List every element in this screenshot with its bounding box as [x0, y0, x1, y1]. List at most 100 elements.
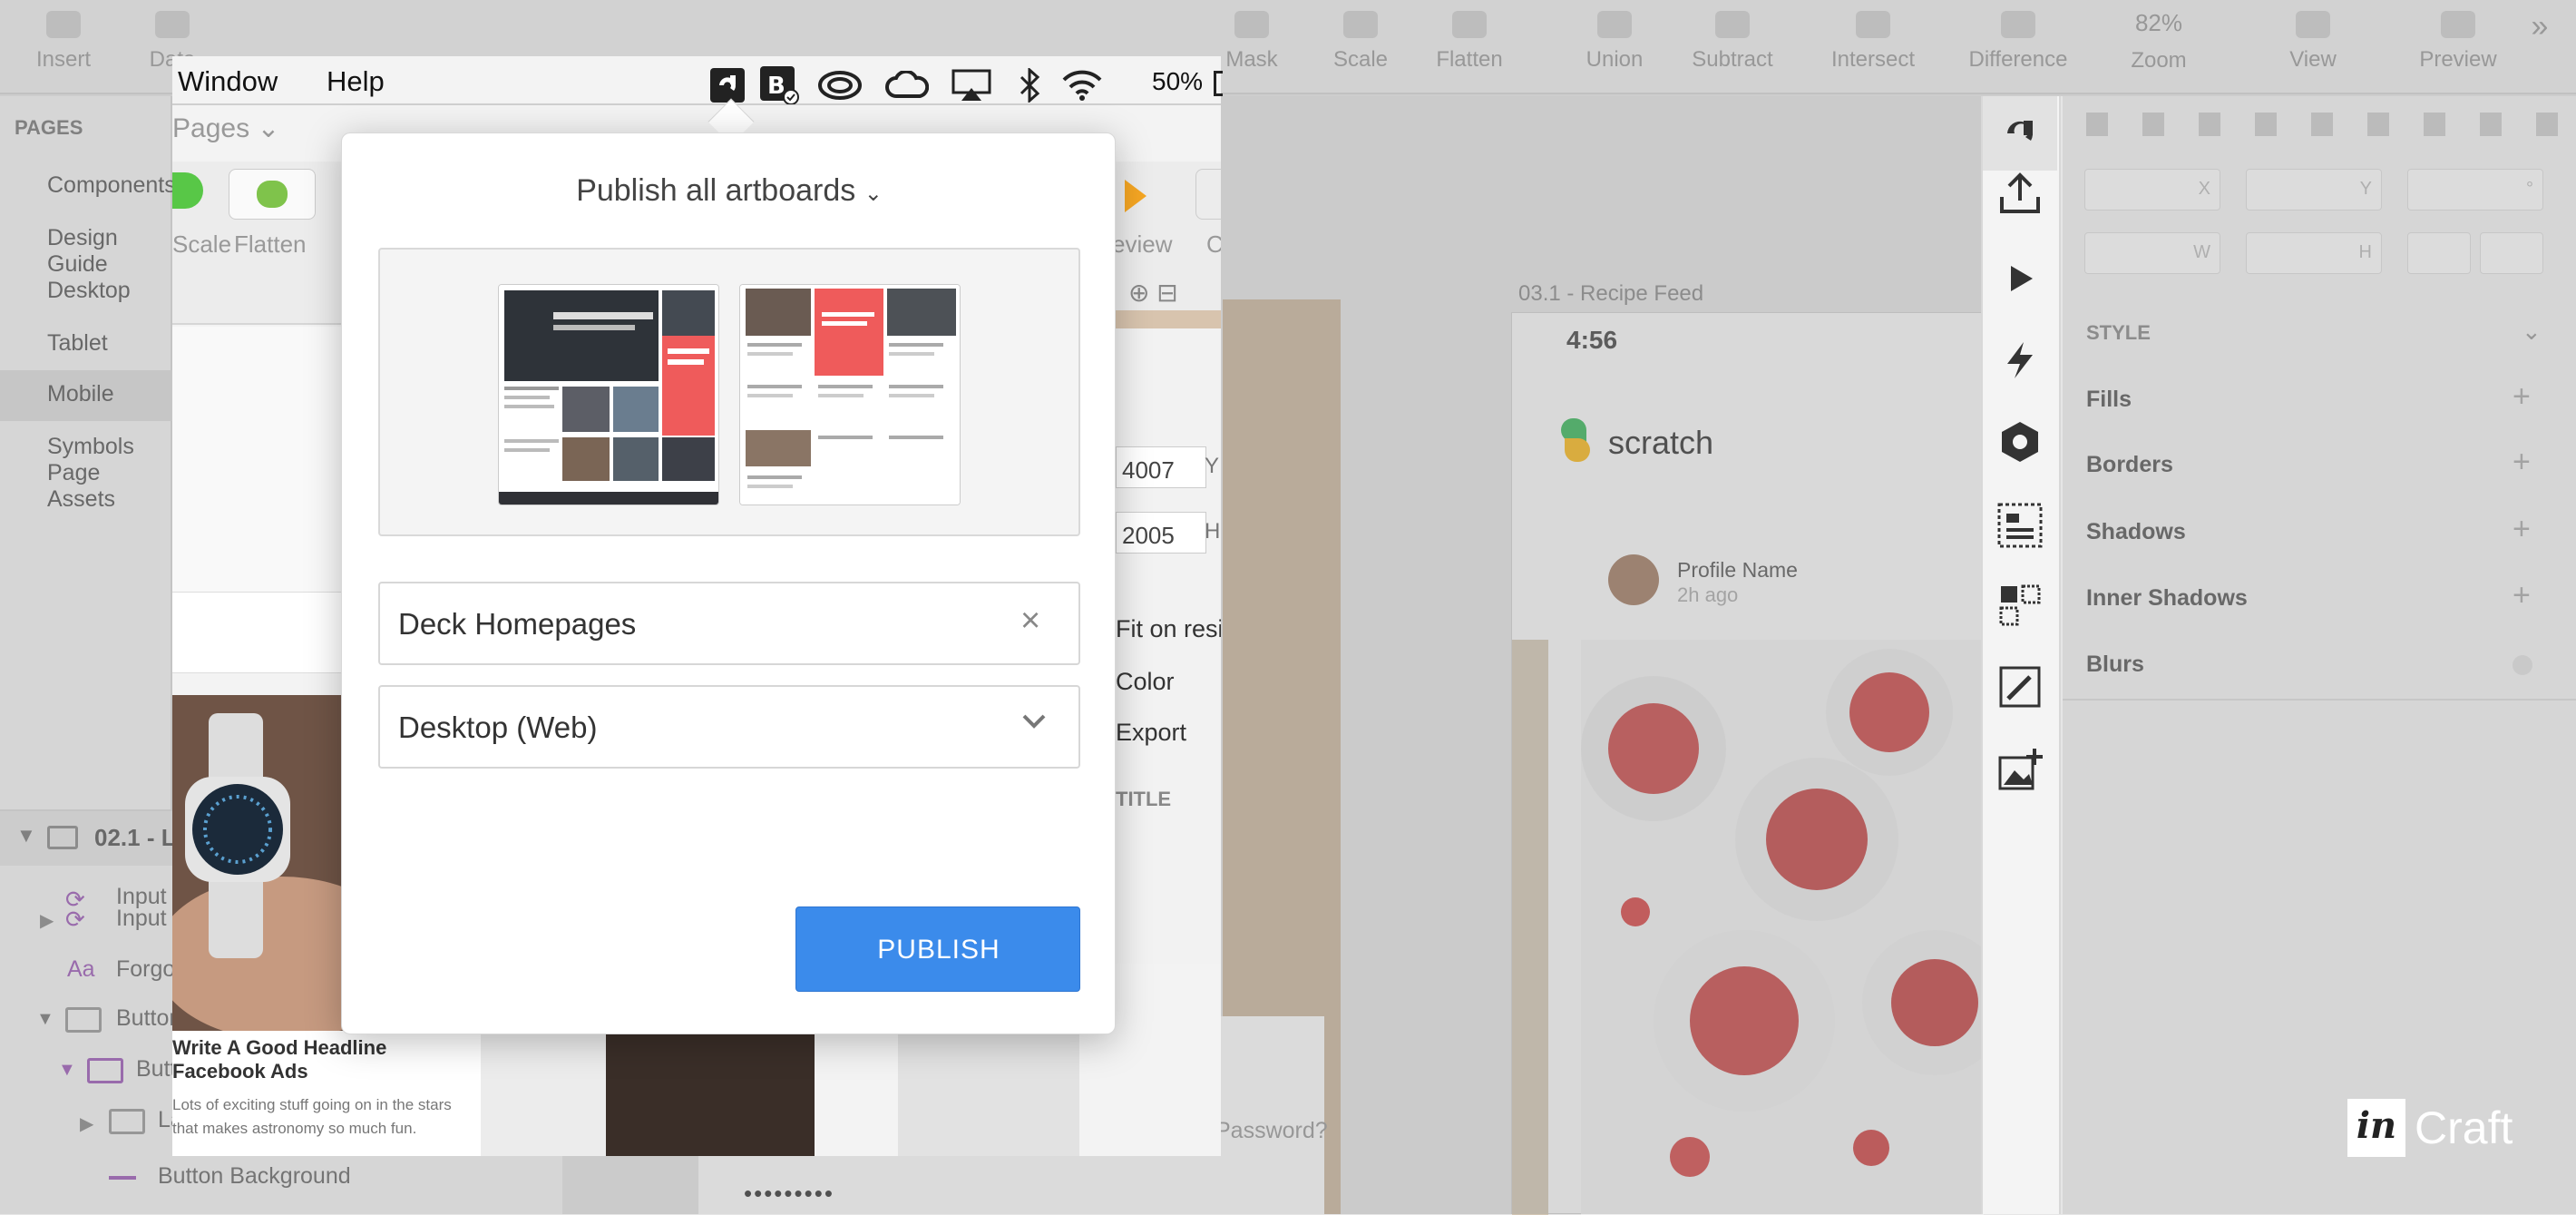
- toolbar-subtract[interactable]: Subtract: [1669, 0, 1796, 73]
- flatten-button[interactable]: [229, 169, 316, 220]
- hexagon-icon[interactable]: [1983, 405, 2057, 479]
- align-right-icon[interactable]: [2199, 113, 2220, 136]
- inner-shadows-section[interactable]: Inner Shadows: [2086, 585, 2248, 612]
- airplay-icon[interactable]: [951, 67, 992, 103]
- avatar[interactable]: [1608, 554, 1659, 605]
- x-field[interactable]: 4007: [1116, 446, 1206, 488]
- creative-cloud-icon[interactable]: [818, 67, 862, 103]
- chevron-down-icon[interactable]: ▼: [58, 1060, 76, 1081]
- add-border-icon[interactable]: +: [2513, 445, 2531, 480]
- page-item[interactable]: Design Guide: [47, 225, 171, 278]
- brand-name: scratch: [1608, 424, 1714, 461]
- y-input[interactable]: Y: [2246, 169, 2382, 211]
- artboard-label[interactable]: 03.1 - Recipe Feed: [1518, 281, 1703, 307]
- layer-name[interactable]: Button Background: [158, 1163, 351, 1190]
- profile-name[interactable]: Profile Name: [1677, 558, 1798, 583]
- add-shadow-icon[interactable]: +: [2513, 512, 2531, 547]
- close-icon[interactable]: ×: [1020, 602, 1040, 641]
- add-inner-shadow-icon[interactable]: +: [2513, 578, 2531, 613]
- bluetooth-icon[interactable]: [1016, 67, 1043, 103]
- menu-window[interactable]: Window: [178, 65, 278, 98]
- wifi-icon[interactable]: [1059, 67, 1105, 103]
- style-header[interactable]: STYLE: [2086, 321, 2151, 345]
- page-item[interactable]: Components: [47, 172, 176, 199]
- align-bottom-icon[interactable]: [2367, 113, 2389, 136]
- h-input[interactable]: H: [2246, 232, 2382, 274]
- device-type-select[interactable]: Desktop (Web): [378, 685, 1080, 769]
- page-item[interactable]: Assets: [47, 486, 115, 513]
- rotation-input[interactable]: °: [2407, 169, 2543, 211]
- option-fit[interactable]: Fit on resize: [1116, 615, 1221, 643]
- shadows-section[interactable]: Shadows: [2086, 519, 2186, 545]
- align-top-icon[interactable]: [2255, 113, 2277, 136]
- fills-section[interactable]: Fills: [2086, 387, 2132, 413]
- blurs-section[interactable]: Blurs: [2086, 652, 2144, 678]
- blur-toggle[interactable]: [2513, 655, 2532, 675]
- layer-name[interactable]: Input: [116, 906, 167, 932]
- page-item[interactable]: Mobile: [47, 381, 114, 407]
- list-icon[interactable]: [1983, 488, 2057, 563]
- svg-text:B: B: [767, 73, 785, 100]
- flatten-label: Flatten: [234, 230, 307, 258]
- battery-icon[interactable]: [1214, 71, 1223, 96]
- recipe-artboard: 4:56 scratch Profile Name 2h ago: [1511, 312, 1984, 1215]
- chevron-down-icon[interactable]: ⌄: [2522, 318, 2542, 346]
- toolbar-scale[interactable]: Scale: [1315, 0, 1406, 73]
- lightning-icon[interactable]: [1983, 323, 2057, 397]
- chevron-right-icon[interactable]: »: [2522, 9, 2558, 44]
- project-name-input[interactable]: Deck Homepages ×: [378, 582, 1080, 665]
- cloud-icon[interactable]: [885, 67, 929, 103]
- toolbar-union[interactable]: Union: [1569, 0, 1660, 73]
- borders-section[interactable]: Borders: [2086, 452, 2173, 478]
- device-type-value: Desktop (Web): [398, 710, 598, 744]
- toolbar-insert[interactable]: Insert: [18, 0, 109, 73]
- align-left-icon[interactable]: [2086, 113, 2108, 136]
- page-item[interactable]: Desktop: [47, 278, 131, 304]
- x-input[interactable]: X: [2084, 169, 2220, 211]
- cloud-button[interactable]: [1195, 169, 1221, 220]
- y-field-label: H: [1205, 519, 1221, 544]
- add-image-icon[interactable]: [1983, 733, 2057, 808]
- chevron-right-icon[interactable]: ▶: [80, 1112, 93, 1135]
- align-bottom-edge-icon[interactable]: [2536, 113, 2558, 136]
- option-color[interactable]: Color: [1116, 668, 1175, 696]
- chevron-right-icon[interactable]: ▶: [40, 909, 54, 932]
- add-fill-icon[interactable]: +: [2513, 379, 2531, 415]
- toolbar-intersect[interactable]: Intersect: [1805, 0, 1941, 73]
- y-field[interactable]: 2005: [1116, 512, 1206, 554]
- play-icon[interactable]: [1983, 241, 2057, 316]
- section-label: TITLE: [1116, 788, 1172, 810]
- edit-image-icon[interactable]: [1983, 650, 2057, 724]
- component-icon[interactable]: [1983, 568, 2057, 642]
- forgot-link[interactable]: Password?: [1215, 1118, 1328, 1144]
- distribute-v-icon[interactable]: [2480, 113, 2502, 136]
- behance-menu-icon[interactable]: B: [758, 66, 800, 104]
- intersect-icon: [1856, 11, 1890, 38]
- scale-label: Scale: [172, 230, 232, 258]
- distribute-h-icon[interactable]: [2424, 113, 2445, 136]
- toolbar-preview[interactable]: Preview: [2404, 0, 2513, 73]
- page-item[interactable]: Tablet: [47, 330, 108, 357]
- artboard-thumbnail-tablet[interactable]: [739, 284, 961, 505]
- craft-menu-icon[interactable]: [709, 67, 746, 103]
- publish-mode-dropdown[interactable]: Publish all artboards ⌄: [342, 173, 1117, 209]
- artboard-thumbnail-desktop[interactable]: [498, 284, 719, 505]
- option-export[interactable]: Export: [1116, 719, 1186, 747]
- incraft-logo-icon: in: [2347, 1099, 2405, 1157]
- flip-v-button[interactable]: [2480, 232, 2543, 274]
- w-input[interactable]: W: [2084, 232, 2220, 274]
- folder-icon: [109, 1109, 145, 1134]
- menu-help[interactable]: Help: [327, 65, 385, 98]
- chevron-down-icon[interactable]: ▼: [36, 1009, 54, 1030]
- upload-icon[interactable]: [1983, 156, 2057, 230]
- page-item[interactable]: Symbols Page: [47, 434, 171, 486]
- toolbar-view[interactable]: View: [2268, 0, 2358, 73]
- align-middle-icon[interactable]: [2311, 113, 2333, 136]
- pages-header[interactable]: Pages ⌄: [172, 113, 280, 144]
- incraft-wordmark: Craft: [2415, 1102, 2513, 1153]
- toolbar-zoom[interactable]: 82% Zoom: [2068, 0, 2249, 73]
- align-center-icon[interactable]: [2142, 113, 2164, 136]
- publish-button[interactable]: PUBLISH: [795, 906, 1080, 992]
- flip-h-button[interactable]: [2407, 232, 2471, 274]
- toolbar-flatten[interactable]: Flatten: [1415, 0, 1524, 73]
